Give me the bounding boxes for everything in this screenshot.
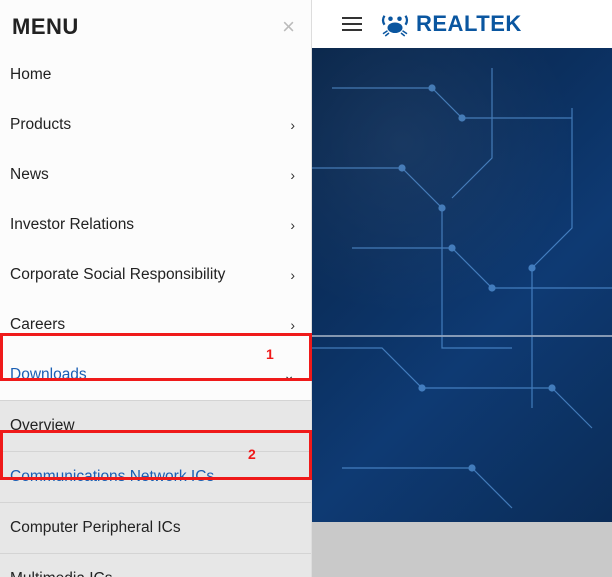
- menu-title: MENU: [12, 14, 79, 40]
- menu-item-label: Careers: [10, 316, 65, 334]
- hamburger-icon[interactable]: [342, 17, 362, 31]
- chevron-right-icon: ›: [290, 167, 295, 183]
- hero-background: [312, 48, 612, 522]
- close-icon[interactable]: ×: [282, 16, 295, 38]
- sub-item-label: Multimedia ICs: [10, 570, 113, 577]
- menu-list: Home Products › News › Investor Relation…: [0, 50, 311, 577]
- crab-icon: [380, 11, 410, 37]
- sub-item-comm-network[interactable]: Communications Network ICs: [0, 451, 311, 502]
- sub-item-label: Overview: [10, 417, 75, 434]
- menu-item-label: Downloads: [10, 366, 87, 384]
- menu-item-news[interactable]: News ›: [0, 150, 311, 200]
- menu-item-careers[interactable]: Careers ›: [0, 300, 311, 350]
- menu-item-label: News: [10, 166, 49, 184]
- sub-item-multimedia[interactable]: Multimedia ICs: [0, 553, 311, 577]
- menu-item-label: Products: [10, 116, 71, 134]
- brand-logo[interactable]: REALTEK: [380, 11, 522, 37]
- menu-item-home[interactable]: Home: [0, 50, 311, 100]
- sub-item-peripheral[interactable]: Computer Peripheral ICs: [0, 502, 311, 553]
- annotation-number-2: 2: [248, 446, 256, 462]
- menu-item-products[interactable]: Products ›: [0, 100, 311, 150]
- menu-header: MENU ×: [0, 0, 311, 50]
- sub-item-overview[interactable]: Overview: [0, 400, 311, 451]
- menu-item-label: Home: [10, 66, 51, 84]
- sub-item-label: Computer Peripheral ICs: [10, 519, 181, 536]
- site-header: REALTEK: [312, 0, 612, 48]
- chevron-right-icon: ›: [290, 117, 295, 133]
- menu-item-label: Corporate Social Responsibility: [10, 266, 225, 284]
- chevron-right-icon: ›: [290, 267, 295, 283]
- menu-item-label: Investor Relations: [10, 216, 134, 234]
- downloads-submenu: Overview Communications Network ICs Comp…: [0, 400, 311, 577]
- chevron-right-icon: ›: [290, 317, 295, 333]
- hero-footer-band: [312, 522, 612, 577]
- sub-item-label: Communications Network ICs: [10, 468, 214, 485]
- menu-panel: MENU × Home Products › News › Investor R…: [0, 0, 312, 577]
- menu-item-csr[interactable]: Corporate Social Responsibility ›: [0, 250, 311, 300]
- brand-text: REALTEK: [416, 11, 522, 37]
- annotation-number-1: 1: [266, 346, 274, 362]
- menu-item-investor[interactable]: Investor Relations ›: [0, 200, 311, 250]
- chevron-down-icon: ⌄: [283, 367, 295, 384]
- menu-item-downloads[interactable]: Downloads ⌄: [0, 350, 311, 400]
- chevron-right-icon: ›: [290, 217, 295, 233]
